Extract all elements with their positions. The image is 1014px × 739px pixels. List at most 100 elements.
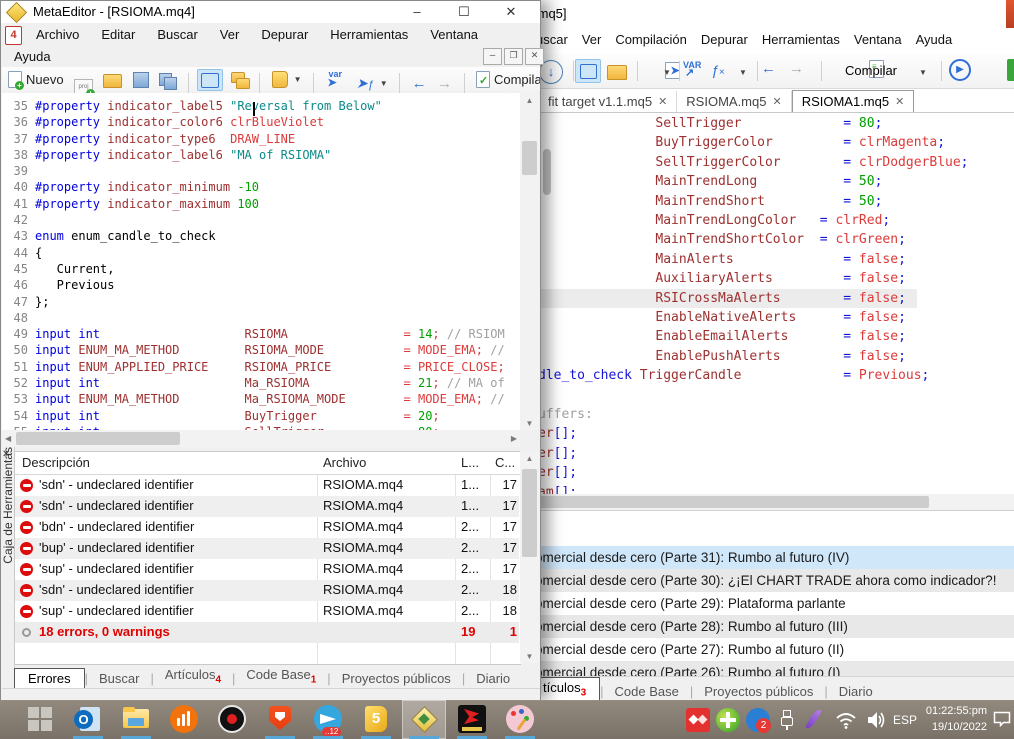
usb-tray-icon[interactable] (780, 710, 794, 728)
brave-icon[interactable] (266, 705, 294, 733)
article-list-item[interactable]: omercial desde cero (Parte 31): Rumbo al… (529, 546, 1014, 569)
menu-item-ayuda[interactable]: Ayuda (3, 45, 62, 69)
fx-dropdown[interactable]: ▼ (739, 68, 747, 77)
menu-item-buscar[interactable]: Buscar (146, 23, 208, 47)
file-tab-RSIOMA.mq5[interactable]: RSIOMA.mq5✕ (677, 91, 791, 112)
folder-tree-button[interactable] (228, 68, 251, 92)
article-list-item[interactable]: omercial desde cero (Parte 29): Platafor… (529, 592, 1014, 615)
mdi-minimize-button[interactable]: – (483, 48, 502, 65)
menu-item-compilación[interactable]: Compilación (608, 28, 694, 52)
fx-button[interactable]: ➤ƒ ▼ (353, 71, 391, 94)
compile-dropdown[interactable]: ▼ (919, 68, 927, 77)
messenger-tray-icon[interactable]: 2 (746, 708, 770, 732)
error-row[interactable]: 'sdn' - undeclared identifierRSIOMA.mq41… (15, 475, 519, 496)
notification-center-icon[interactable] (993, 711, 1011, 727)
file-tab-fit-target-v1.1.mq5[interactable]: fit target v1.1.mq5✕ (539, 91, 677, 112)
navigator-panel-button[interactable] (197, 69, 223, 91)
metaeditor-icon[interactable] (410, 705, 438, 733)
file-tab-RSIOMA1.mq5[interactable]: RSIOMA1.mq5✕ (792, 90, 915, 112)
menu-item-depurar[interactable]: Depurar (250, 23, 319, 47)
menu-item-ayuda[interactable]: Ayuda (909, 28, 960, 52)
book-dropdown[interactable]: ▼ (294, 75, 302, 84)
save-button[interactable] (130, 68, 152, 92)
outlook-icon[interactable]: O (74, 705, 102, 733)
screen-recorder-icon[interactable] (218, 705, 246, 733)
paint-icon[interactable] (506, 705, 534, 733)
error-row[interactable]: 'sdn' - undeclared identifierRSIOMA.mq41… (15, 496, 519, 517)
article-list-item[interactable]: omercial desde cero (Parte 30): ¿¡El CHA… (529, 569, 1014, 592)
debug-play-icon[interactable]: ▶ (949, 59, 971, 81)
toolbox-panel-button[interactable] (575, 59, 601, 83)
navigate-forward-icon[interactable]: → (789, 60, 804, 77)
close-button[interactable]: ✕ (503, 4, 519, 20)
navigator-folder-icon[interactable] (607, 65, 627, 80)
error-row[interactable]: 'sup' - undeclared identifierRSIOMA.mq42… (15, 601, 519, 622)
col-linea[interactable]: L... (461, 455, 479, 470)
menu-item-ver[interactable]: Ver (209, 23, 251, 47)
tab-buscar[interactable]: Buscar (88, 669, 150, 688)
volume-tray-icon[interactable] (864, 708, 888, 732)
tab-proyectos-públicos[interactable]: Proyectos públicos (693, 682, 824, 701)
file-explorer-icon[interactable] (122, 705, 150, 733)
tab-code-base[interactable]: Code Base (604, 682, 690, 701)
error-row[interactable]: 'bdn' - undeclared identifierRSIOMA.mq42… (15, 517, 519, 538)
menu-item-ventana[interactable]: Ventana (419, 23, 489, 47)
menu-item-archivo[interactable]: Archivo (25, 23, 90, 47)
navigate-back-icon[interactable]: ← (409, 71, 430, 94)
article-list-item[interactable]: omercial desde cero (Parte 27): Rumbo al… (529, 638, 1014, 661)
chart-app-icon[interactable] (170, 705, 198, 733)
start-button[interactable] (26, 705, 54, 733)
col-columna[interactable]: C... (495, 455, 515, 470)
menu-item-ver[interactable]: Ver (575, 28, 609, 52)
red-tray-icon[interactable] (686, 708, 710, 732)
menu-item-herramientas[interactable]: Herramientas (755, 28, 847, 52)
col-archivo[interactable]: Archivo (323, 455, 366, 470)
feather-tray-icon[interactable] (802, 706, 828, 732)
open-button[interactable] (100, 69, 125, 93)
clock[interactable]: 01:22:55:pm 19/10/2022 (925, 703, 987, 735)
fx-dropdown[interactable]: ▼ (380, 79, 388, 88)
mdi-restore-button[interactable]: ❐ (504, 48, 523, 65)
new-button[interactable]: + Nuevo (5, 67, 67, 91)
menu-item-herramientas[interactable]: Herramientas (319, 23, 419, 47)
var-button[interactable]: var ➤ (322, 68, 348, 92)
mdi-close-button[interactable]: ✕ (525, 48, 544, 65)
minimize-button[interactable]: – (409, 4, 425, 20)
front-titlebar[interactable]: MetaEditor - [RSIOMA.mq4] – ☐ ✕ (1, 1, 540, 23)
fx-button[interactable]: ƒ× (711, 62, 725, 78)
save-all-button[interactable] (156, 68, 179, 92)
tab-diario[interactable]: Diario (465, 669, 521, 688)
back-code-editor[interactable]: SellTrigger = 80; BuyTriggerColor = clrM… (529, 112, 1014, 495)
menu-item-ventana[interactable]: Ventana (847, 28, 909, 52)
back-compile-button[interactable]: Compilar (845, 63, 897, 78)
telegram-icon[interactable]: ..12 (314, 705, 342, 733)
maximize-button[interactable]: ☐ (456, 4, 472, 20)
language-indicator[interactable]: ESP (893, 713, 917, 727)
error-row[interactable]: 'bup' - undeclared identifierRSIOMA.mq42… (15, 538, 519, 559)
snippets-dropdown[interactable]: ▼ (663, 68, 671, 77)
tab-artículos[interactable]: Artículos4 (154, 665, 232, 688)
error-summary-row[interactable]: 18 errors, 0 warnings191 (15, 622, 519, 643)
metatrader5-icon[interactable]: 5 (362, 705, 390, 733)
navigate-back-icon[interactable]: ← (761, 60, 776, 77)
tab-code-base[interactable]: Code Base1 (235, 665, 327, 688)
antivirus-tray-icon[interactable] (716, 708, 740, 732)
menu-item-depurar[interactable]: Depurar (694, 28, 755, 52)
error-row[interactable]: 'sdn' - undeclared identifierRSIOMA.mq42… (15, 580, 519, 601)
file-tab-close-icon[interactable]: ✕ (895, 95, 904, 108)
navigate-forward-icon[interactable]: → (434, 71, 455, 94)
editor-vscrollbar[interactable]: ▲ ▼ (520, 93, 539, 430)
editor-hscrollbar[interactable]: ◀ ▶ (2, 430, 520, 447)
book-button[interactable]: ▼ (269, 67, 305, 91)
front-code-editor[interactable]: 35#property indicator_label5 "Reversal f… (2, 93, 520, 430)
back-hscrollbar[interactable] (529, 494, 1014, 510)
error-row[interactable]: 'sup' - undeclared identifierRSIOMA.mq42… (15, 559, 519, 580)
tab-proyectos-públicos[interactable]: Proyectos públicos (331, 669, 462, 688)
tab-errores[interactable]: Errores (14, 668, 85, 688)
new-project-button[interactable]: proj+ (71, 75, 96, 94)
menu-item-editar[interactable]: Editar (90, 23, 146, 47)
file-tab-close-icon[interactable]: ✕ (658, 95, 667, 108)
tab-diario[interactable]: Diario (828, 682, 884, 701)
col-descripcion[interactable]: Descripción (22, 455, 90, 470)
compile-button[interactable]: ✓ Compilar (473, 67, 540, 91)
